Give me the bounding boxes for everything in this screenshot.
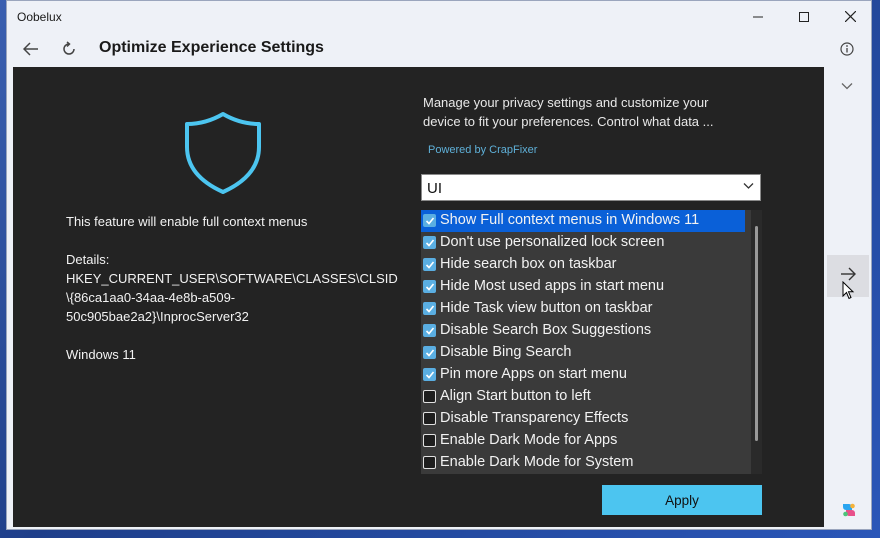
option-item[interactable]: Don't use personalized lock screen [421,232,745,254]
option-label: Don't use personalized lock screen [440,234,665,250]
option-checkbox[interactable] [423,258,436,271]
details-line-3: 50c905bae2a2}\InprocServer32 [66,309,249,324]
option-checkbox[interactable] [423,368,436,381]
option-label: Align Start button to left [440,388,591,404]
option-item[interactable]: Hide search box on taskbar [421,254,745,276]
collapse-button[interactable] [841,77,853,95]
option-checkbox[interactable] [423,302,436,315]
option-item[interactable]: Disable Bing Search [421,342,745,364]
option-checkbox[interactable] [423,324,436,337]
info-button[interactable] [835,39,859,63]
option-item[interactable]: Disable Search Box Suggestions [421,320,745,342]
option-item[interactable]: Align Start button to left [421,386,745,408]
title-bar: Oobelux [7,1,871,33]
options-list: Enable Dark Mode for System Enable Dark M… [421,210,762,474]
page-title: Optimize Experience Settings [99,39,324,56]
option-label: Disable Search Box Suggestions [440,322,652,338]
shield-icon [183,111,263,200]
option-checkbox[interactable] [423,236,436,249]
maximize-button[interactable] [781,1,827,33]
info-icon [840,41,854,61]
scrollbar[interactable] [751,210,762,474]
back-arrow-icon [22,41,39,61]
details-label: Details: [66,252,110,267]
option-item[interactable]: Disable Transparency Effects [421,408,745,430]
content-panel: This feature will enable full context me… [13,67,824,527]
category-select-value: UI [427,180,442,197]
option-label: Enable Dark Mode for Apps [440,432,618,448]
option-checkbox[interactable] [423,390,436,403]
option-item[interactable]: Hide Most used apps in start menu [421,276,745,298]
copilot-icon[interactable] [840,501,858,524]
option-checkbox[interactable] [423,434,436,447]
option-checkbox[interactable] [423,280,436,293]
app-title: Oobelux [17,10,62,24]
option-label: Pin more Apps on start menu [440,366,627,382]
option-item[interactable]: Hide Task view button on taskbar [421,298,745,320]
mouse-cursor-icon [842,280,856,306]
back-button[interactable] [19,39,43,63]
close-button[interactable] [827,1,873,33]
option-item[interactable]: Pin more Apps on start menu [421,364,745,386]
close-icon [844,9,856,25]
option-label: Disable Transparency Effects [440,410,629,426]
apply-button[interactable]: Apply [602,485,762,515]
details-line-2: \{86ca1aa0-34aa-4e8b-a509- [66,290,236,305]
refresh-button[interactable] [57,39,81,63]
nav-bar: Optimize Experience Settings [7,33,871,67]
powered-by-link[interactable]: Powered by CrapFixer [428,144,537,156]
option-checkbox[interactable] [423,412,436,425]
minimize-icon [753,9,763,25]
option-checkbox[interactable] [423,214,436,227]
option-item[interactable]: Enable Dark Mode for Apps [421,430,745,452]
option-label: Hide Task view button on taskbar [440,300,653,316]
description: Manage your privacy settings and customi… [423,93,763,131]
option-label: Hide search box on taskbar [440,256,617,272]
option-checkbox[interactable] [423,456,436,469]
option-item[interactable]: Enable Dark Mode for System [421,452,745,474]
chevron-down-icon [743,179,754,193]
maximize-icon [799,9,809,25]
option-label: Disable Bing Search [440,344,572,360]
chevron-down-icon [841,77,853,94]
scrollbar-thumb[interactable] [755,226,758,441]
description-line-2: device to fit your preferences. Control … [423,114,714,129]
app-window: Oobelux Optimize Experience Settings Thi… [6,0,872,530]
details-line-1: HKEY_CURRENT_USER\SOFTWARE\CLASSES\CLSID [66,271,398,286]
minimize-button[interactable] [735,1,781,33]
option-label: Show Full context menus in Windows 11 [440,212,700,228]
option-label: Hide Most used apps in start menu [440,278,665,294]
option-label: Enable Dark Mode for System [440,454,634,470]
option-checkbox[interactable] [423,346,436,359]
os-text: Windows 11 [66,347,136,362]
option-item[interactable]: Show Full context menus in Windows 11 [421,210,745,232]
category-select[interactable]: UI [421,174,761,201]
feature-text: This feature will enable full context me… [66,214,308,229]
description-line-1: Manage your privacy settings and customi… [423,95,709,110]
refresh-icon [61,40,77,62]
right-rail [825,67,871,527]
